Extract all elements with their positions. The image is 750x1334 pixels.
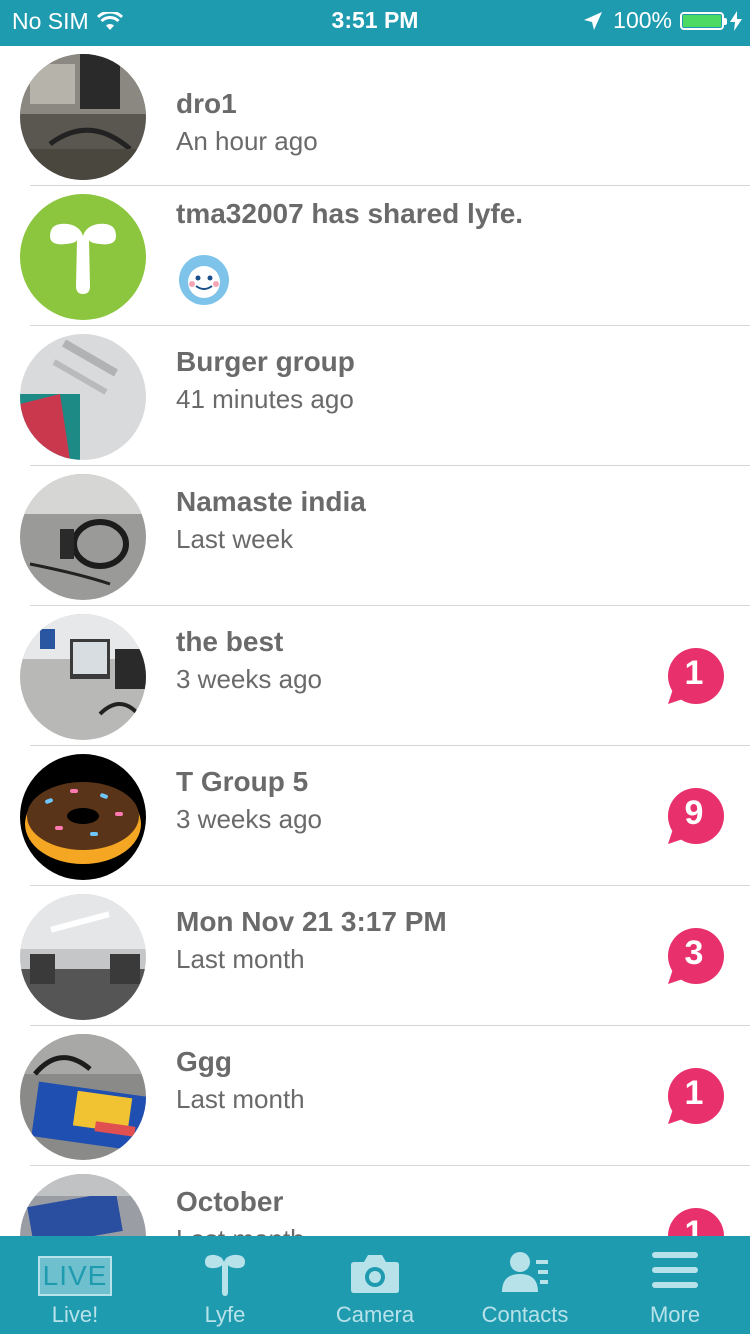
conversation-time: An hour ago — [176, 126, 318, 156]
donut-avatar — [20, 754, 146, 880]
conversation-title: October — [176, 1186, 284, 1217]
battery-icon — [680, 11, 727, 30]
location-arrow-icon — [584, 11, 603, 30]
tab-label: Lyfe — [204, 1302, 246, 1327]
battery-percent: 100% — [613, 7, 672, 33]
tab-label: More — [649, 1302, 701, 1327]
conversation-title: Burger group — [176, 346, 355, 377]
unread-count: 9 — [684, 794, 704, 832]
conversation-time: Last month — [176, 944, 305, 974]
unread-count: 1 — [684, 654, 704, 692]
conversation-title: Mon Nov 21 3:17 PM — [176, 906, 447, 937]
unread-badge: 1 — [666, 1068, 724, 1128]
tab-label: Camera — [335, 1302, 415, 1327]
conversation-avatar — [20, 334, 146, 460]
conversation-title: T Group 5 — [176, 766, 309, 797]
conversation-avatar — [20, 54, 146, 180]
conversation-row[interactable]: October Last month 1 — [0, 1166, 750, 1236]
unread-count: 1 — [684, 1074, 704, 1112]
unread-badge: 1 — [666, 648, 724, 708]
unread-count: 1 — [684, 1214, 704, 1236]
conversation-row[interactable]: the best 3 weeks ago 1 — [0, 606, 750, 746]
unread-badge: 9 — [666, 788, 724, 848]
conversation-row[interactable]: Ggg Last month 1 — [0, 1026, 750, 1166]
tab-contacts[interactable]: Contacts — [450, 1236, 600, 1334]
conversation-avatar — [20, 894, 146, 1020]
tab-camera[interactable]: Camera — [300, 1236, 450, 1334]
status-bar: No SIM 3:51 PM 100% — [0, 0, 750, 46]
conversation-avatar — [20, 1174, 146, 1236]
contacts-icon — [502, 1252, 548, 1292]
tab-more[interactable]: More — [600, 1236, 750, 1334]
conversation-time: 41 minutes ago — [176, 384, 354, 414]
tab-lyfe[interactable]: Lyfe — [150, 1236, 300, 1334]
mascot-sticker-icon — [179, 255, 229, 305]
conversation-time: Last month — [176, 1224, 305, 1236]
conversation-avatar — [20, 1034, 146, 1160]
menu-icon — [652, 1252, 698, 1288]
conversation-row[interactable]: Burger group 41 minutes ago — [0, 326, 750, 466]
conversation-title: dro1 — [176, 88, 237, 119]
conversation-time: 3 weeks ago — [176, 804, 322, 834]
status-right: 100% — [583, 7, 742, 34]
conversation-row[interactable]: T Group 5 3 weeks ago 9 — [0, 746, 750, 886]
conversation-title: Namaste india — [176, 486, 366, 517]
unread-badge: 1 — [666, 1208, 724, 1236]
conversation-title: tma32007 has shared lyfe. — [176, 198, 524, 229]
conversation-row[interactable]: dro1 An hour ago — [0, 46, 750, 186]
lyfe-sprout-avatar — [20, 194, 146, 320]
conversation-title: Ggg — [176, 1046, 232, 1077]
sprout-icon — [205, 1254, 245, 1296]
live-icon: LIVE — [38, 1256, 112, 1296]
conversation-avatar — [20, 614, 146, 740]
charging-bolt-icon — [730, 10, 742, 31]
unread-count: 3 — [684, 934, 704, 972]
conversation-time: 3 weeks ago — [176, 664, 322, 694]
conversation-time: Last month — [176, 1084, 305, 1114]
conversation-row[interactable]: tma32007 has shared lyfe. — [0, 186, 750, 326]
tab-label: Live! — [51, 1302, 99, 1327]
camera-icon — [351, 1255, 399, 1293]
conversation-title: the best — [176, 626, 284, 657]
conversation-avatar — [20, 474, 146, 600]
conversation-row[interactable]: Namaste india Last week — [0, 466, 750, 606]
tab-bar: LIVE Live! Lyfe Camera Contacts More — [0, 1236, 750, 1334]
conversation-row[interactable]: Mon Nov 21 3:17 PM Last month 3 — [0, 886, 750, 1026]
tab-live[interactable]: LIVE Live! — [0, 1236, 150, 1334]
unread-badge: 3 — [666, 928, 724, 988]
tab-label: Contacts — [481, 1302, 569, 1327]
conversation-list[interactable]: dro1 An hour ago tma32007 has shared lyf… — [0, 46, 750, 1236]
conversation-time: Last week — [176, 524, 294, 554]
